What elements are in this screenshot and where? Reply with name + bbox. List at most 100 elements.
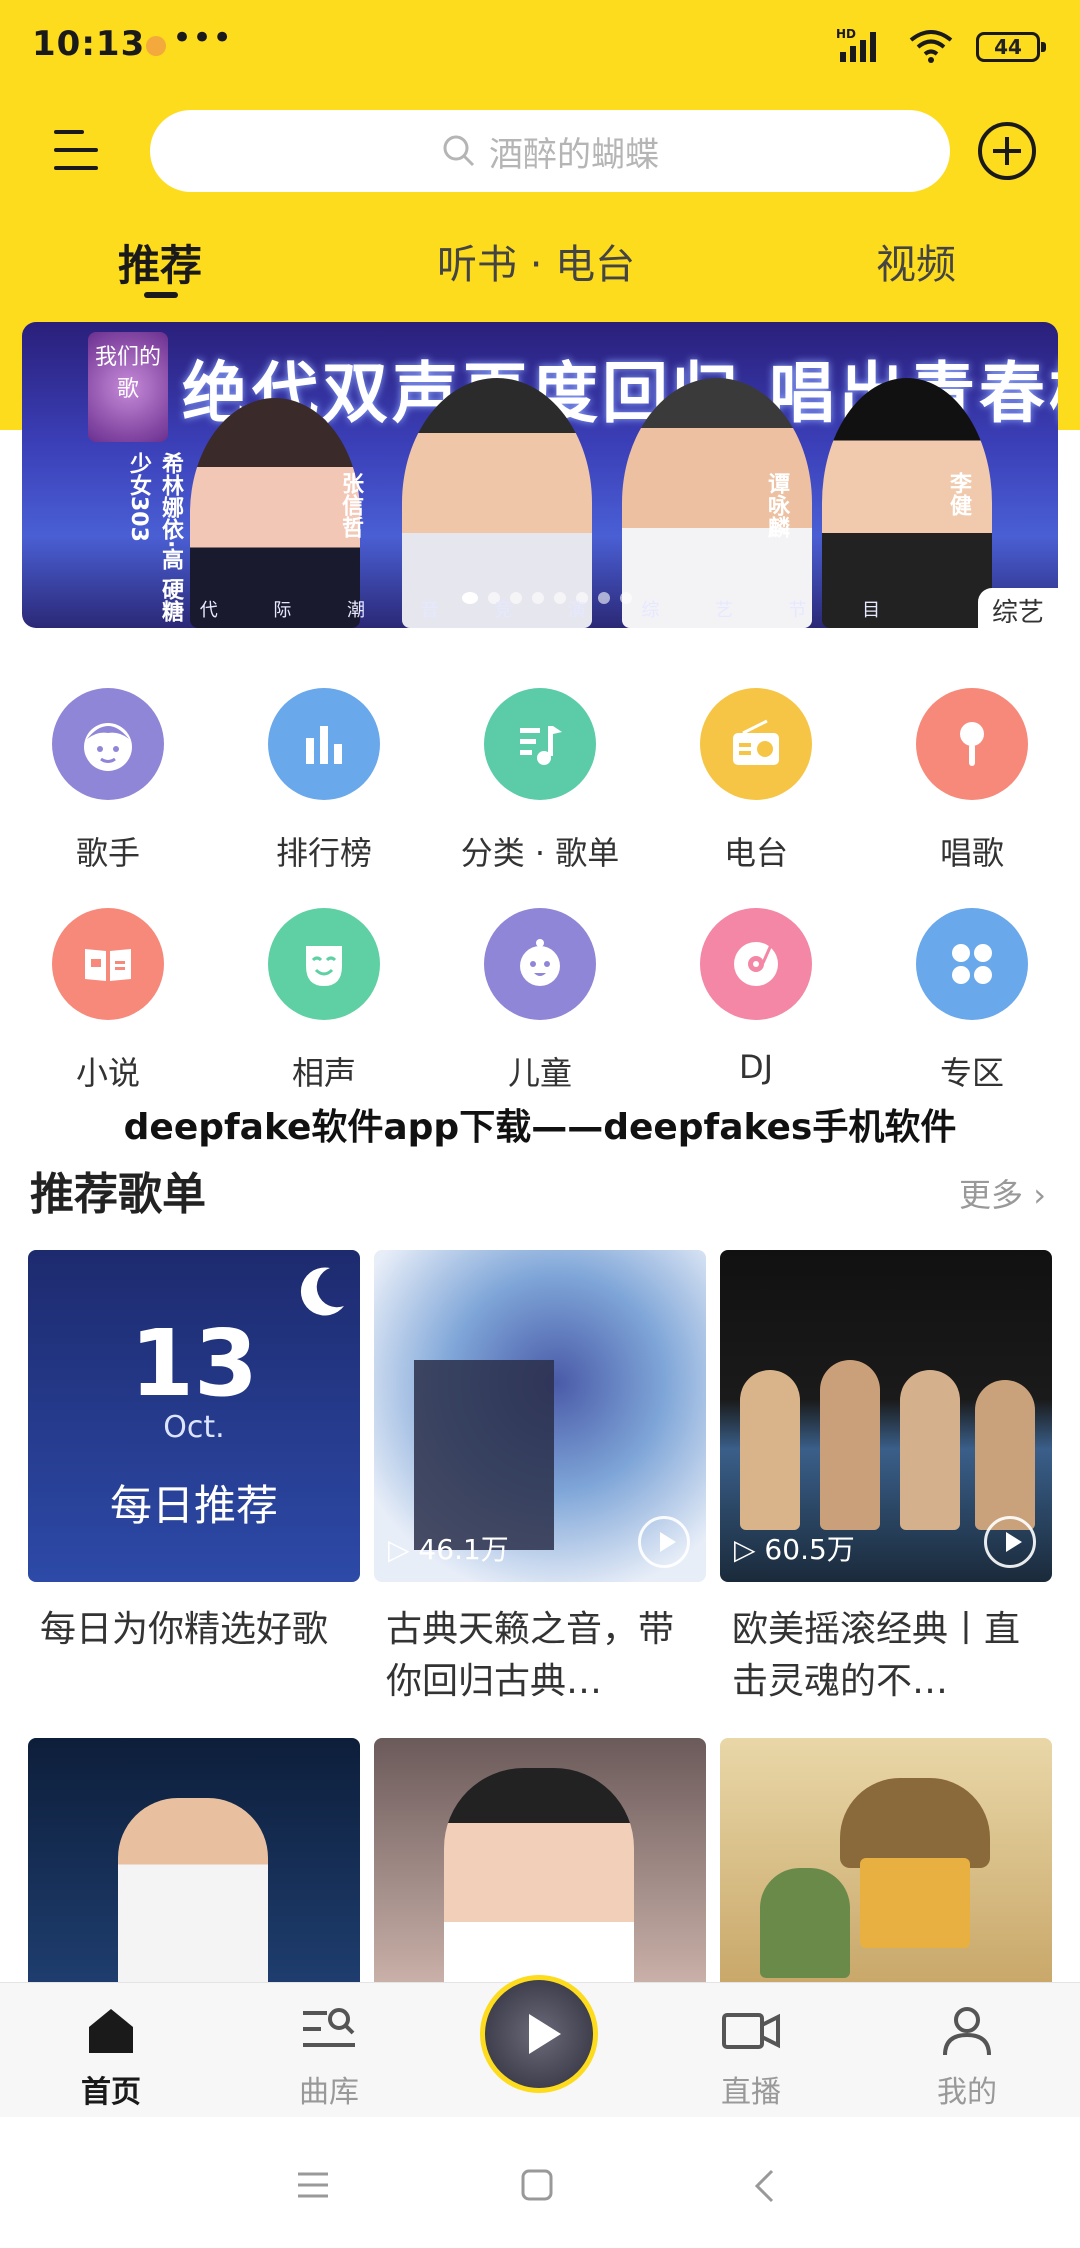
turntable-icon [700, 908, 812, 1020]
banner-artist-label: 谭咏麟 [764, 472, 789, 538]
play-button[interactable] [638, 1516, 690, 1568]
cover-art-shape [740, 1370, 800, 1530]
tab-video[interactable]: 视频 [876, 232, 956, 290]
play-button[interactable] [984, 1516, 1036, 1568]
banner-category-tag: 综艺 [977, 588, 1058, 633]
banner-subtitle-char: 潮 [346, 600, 365, 621]
more-link[interactable]: 更多 › [959, 1170, 1046, 1216]
recent-apps-icon[interactable] [296, 2170, 330, 2200]
banner-subtitle-char: 代 [199, 600, 218, 621]
banner-subtitle: 代 际 潮 音 竞 演 综 艺 节 目 [22, 596, 1058, 622]
category-charts[interactable]: 排行榜 [244, 688, 404, 874]
category-karaoke[interactable]: 唱歌 [892, 688, 1052, 874]
menu-icon-bar [54, 148, 98, 152]
category-label: 相声 [291, 1054, 356, 1092]
category-singer[interactable]: 歌手 [28, 688, 188, 874]
nav-label: 直播 [721, 2075, 781, 2110]
category-crosstalk[interactable]: 相声 [244, 908, 404, 1094]
category-label: 儿童 [507, 1054, 572, 1092]
network-type-label: HD [836, 27, 856, 41]
back-icon[interactable] [752, 2168, 776, 2204]
playlist-cover: 13 Oct. 每日推荐 [28, 1250, 360, 1582]
nav-label: 我的 [937, 2075, 997, 2110]
status-time: 10:13 [32, 24, 146, 64]
search-icon [443, 135, 475, 167]
radio-icon [700, 688, 812, 800]
playlist-cover [28, 1738, 360, 1982]
playlist-card[interactable] [28, 1738, 360, 1982]
tab-active-indicator [144, 292, 178, 298]
show-logo: 我们的歌 [88, 332, 168, 442]
playlist-title: 欧美摇滚经典丨直击灵魂的不… [732, 1609, 1021, 1702]
category-zone[interactable]: 专区 [892, 908, 1052, 1094]
menu-icon-bar [54, 166, 98, 170]
banner-person [402, 378, 592, 628]
category-novel[interactable]: 小说 [28, 908, 188, 1094]
search-placeholder: 酒醉的蝴蝶 [489, 134, 659, 175]
banner-subtitle-char: 音 [420, 600, 439, 621]
signal-icon: HD [836, 27, 876, 62]
playlist-cover [374, 1738, 706, 1982]
banner-artist-label: 李健 [946, 472, 971, 516]
category-label: 歌手 [75, 834, 140, 872]
music-list-icon [484, 688, 596, 800]
cover-art-shape [760, 1868, 850, 1978]
nav-profile[interactable]: 我的 [892, 2005, 1042, 2111]
category-dj[interactable]: DJ [676, 908, 836, 1086]
cover-art-shape [414, 1360, 554, 1550]
playlist-card[interactable]: 13 Oct. 每日推荐 每日为你精选好歌 [28, 1250, 360, 1656]
user-icon [943, 2007, 991, 2056]
bottom-navigation: 首页 曲库 直播 我的 [0, 1975, 1080, 2117]
category-label: 唱歌 [939, 834, 1004, 872]
article-title-overlay: deepfake软件app下载——deepfakes手机软件 [123, 1107, 957, 1148]
banner-artist-label: 张信哲 [338, 472, 363, 538]
playlist-title: 古典天籁之音，带你回归古典… [386, 1609, 675, 1702]
daily-date-day: 13 [129, 1310, 259, 1417]
category-label: 小说 [75, 1054, 140, 1092]
promo-banner[interactable]: 我们的歌 绝代双声再度回归 唱出青春样 希林娜依·高 硬糖少女303 张信哲 谭… [22, 322, 1058, 628]
book-icon [52, 908, 164, 1020]
banner-subtitle-char: 演 [567, 600, 586, 621]
playlist-card[interactable] [720, 1738, 1052, 1982]
nav-library[interactable]: 曲库 [254, 2005, 404, 2111]
playlist-card[interactable]: ▷ 60.5万 欧美摇滚经典丨直击灵魂的不… [720, 1250, 1052, 1708]
category-label: 专区 [939, 1054, 1004, 1092]
playlist-title: 每日为你精选好歌 [40, 1609, 329, 1650]
notification-icon [146, 36, 166, 56]
now-playing-button[interactable] [480, 1975, 598, 2093]
playlist-card[interactable]: ▷ 46.1万 古典天籁之音，带你回归古典… [374, 1250, 706, 1708]
category-radio[interactable]: 电台 [676, 688, 836, 874]
category-playlists[interactable]: 分类 · 歌单 [460, 688, 620, 874]
more-notifications-indicator: ••• [172, 18, 233, 58]
play-count: ▷ 46.1万 [388, 1533, 509, 1566]
baby-face-icon [484, 908, 596, 1020]
home-system-icon[interactable] [520, 2168, 554, 2202]
chart-bars-icon [268, 688, 380, 800]
nav-label: 曲库 [299, 2075, 359, 2110]
nav-home[interactable]: 首页 [36, 2005, 186, 2111]
banner-subtitle-char: 节 [788, 600, 807, 621]
video-camera-icon [722, 2013, 780, 2049]
banner-subtitle-char: 竞 [494, 600, 513, 621]
banner-subtitle-char: 综 [641, 600, 660, 621]
play-count: ▷ 60.5万 [734, 1533, 855, 1566]
battery-indicator: 44 [976, 32, 1046, 62]
microphone-icon [916, 688, 1028, 800]
nav-live[interactable]: 直播 [676, 2005, 826, 2111]
cover-art-shape [975, 1380, 1035, 1530]
tab-audiobook-radio[interactable]: 听书 · 电台 [437, 232, 635, 290]
banner-subtitle-char: 际 [273, 600, 292, 621]
daily-date-month: Oct. [163, 1410, 225, 1445]
cover-art-shape [860, 1858, 970, 1948]
menu-button[interactable] [54, 128, 100, 172]
playlist-card[interactable] [374, 1738, 706, 1982]
tab-recommend[interactable]: 推荐 [118, 232, 202, 293]
playlist-cover [720, 1738, 1052, 1982]
search-input[interactable]: 酒醉的蝴蝶 [150, 110, 950, 192]
cover-art-shape [118, 1798, 268, 1982]
add-button[interactable] [978, 122, 1036, 180]
category-kids[interactable]: 儿童 [460, 908, 620, 1094]
nav-label: 首页 [81, 2075, 141, 2110]
menu-icon-bar [54, 130, 84, 134]
category-label: 排行榜 [275, 834, 372, 872]
